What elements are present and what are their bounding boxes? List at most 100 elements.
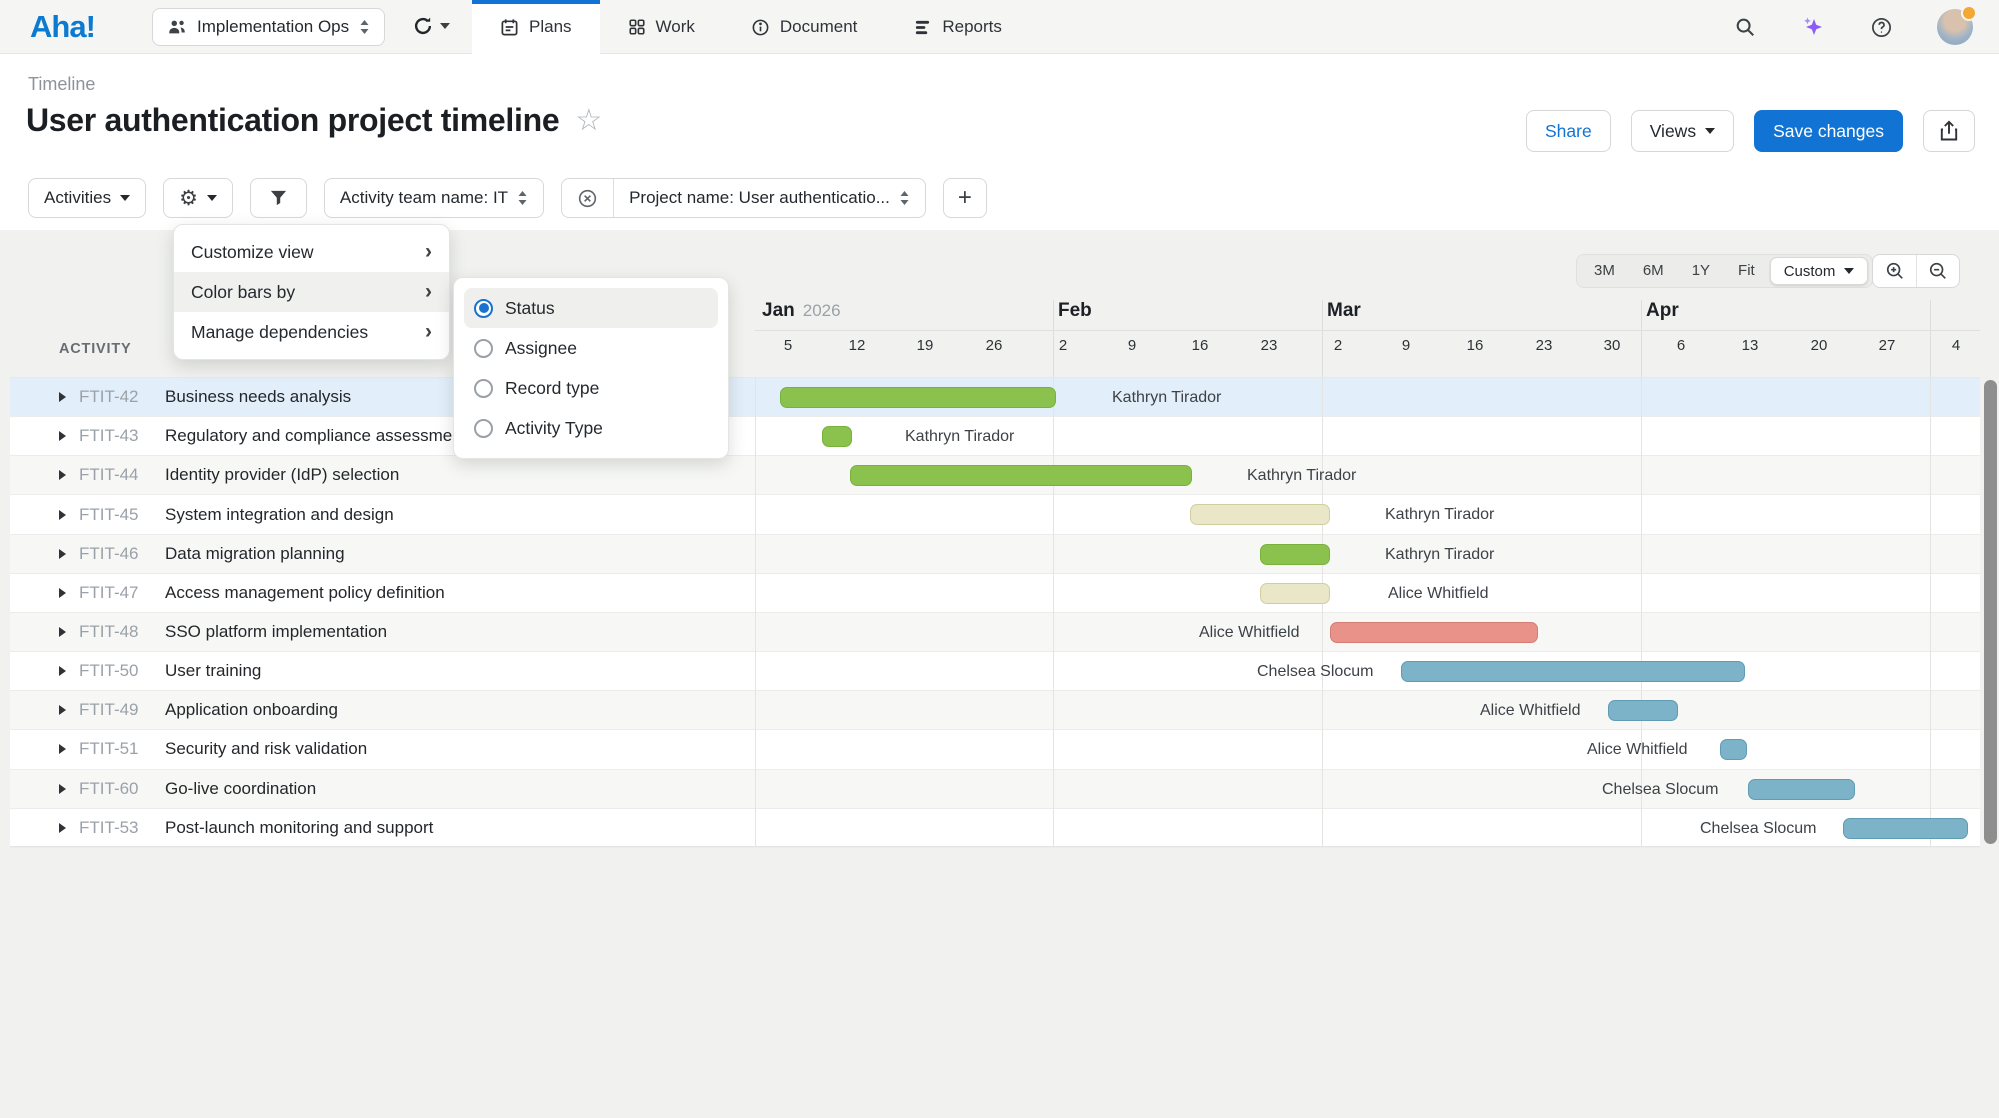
activity-row[interactable]: FTIT-42Business needs analysisKathryn Ti… <box>10 378 1980 417</box>
vertical-scrollbar[interactable] <box>1984 380 1997 844</box>
activity-row[interactable]: FTIT-47Access management policy definiti… <box>10 574 1980 613</box>
tab-reports[interactable]: Reports <box>885 0 1030 54</box>
share-button[interactable]: Share <box>1526 110 1611 152</box>
range-custom-button[interactable]: Custom <box>1770 257 1869 285</box>
activity-name[interactable]: Application onboarding <box>165 700 338 720</box>
gantt-bar[interactable] <box>850 465 1192 486</box>
activity-name[interactable]: User training <box>165 661 261 681</box>
info-circle-icon <box>751 18 770 37</box>
activity-name[interactable]: Identity provider (IdP) selection <box>165 465 399 485</box>
activity-row[interactable]: FTIT-60Go-live coordinationChelsea Slocu… <box>10 770 1980 809</box>
activity-name[interactable]: Regulatory and compliance assessment <box>165 426 466 446</box>
row-expand-caret[interactable] <box>59 627 66 637</box>
save-changes-button[interactable]: Save changes <box>1754 110 1903 152</box>
row-expand-caret[interactable] <box>59 470 66 480</box>
activities-dropdown[interactable]: Activities <box>28 178 146 218</box>
tab-work[interactable]: Work <box>600 0 723 54</box>
month-gridline <box>1930 378 1931 846</box>
gantt-bar[interactable] <box>1330 622 1538 643</box>
zoom-out-icon <box>1928 261 1948 281</box>
activity-row[interactable]: FTIT-49Application onboardingAlice Whitf… <box>10 691 1980 730</box>
remove-filter-button[interactable] <box>562 179 613 217</box>
zoom-out-button[interactable] <box>1916 255 1959 287</box>
gear-icon: ⚙ <box>179 186 198 211</box>
gantt-bar[interactable] <box>1401 661 1745 682</box>
gantt-bar[interactable] <box>822 426 852 447</box>
gantt-bar[interactable] <box>1260 583 1330 604</box>
row-expand-caret[interactable] <box>59 744 66 754</box>
ai-sparkle-icon[interactable] <box>1800 14 1826 40</box>
activity-name[interactable]: Post-launch monitoring and support <box>165 818 433 838</box>
activity-name[interactable]: Access management policy definition <box>165 583 445 603</box>
activity-row[interactable]: FTIT-51Security and risk validationAlice… <box>10 730 1980 769</box>
range-fit-button[interactable]: Fit <box>1725 255 1768 287</box>
row-expand-caret[interactable] <box>59 549 66 559</box>
filter-funnel-button[interactable] <box>250 178 307 218</box>
row-expand-caret[interactable] <box>59 392 66 402</box>
activity-row[interactable]: FTIT-46Data migration planningKathryn Ti… <box>10 535 1980 574</box>
add-filter-button[interactable]: + <box>943 178 987 218</box>
gantt-bar[interactable] <box>1748 779 1855 800</box>
row-expand-caret[interactable] <box>59 510 66 520</box>
range-3m-button[interactable]: 3M <box>1581 255 1628 287</box>
row-expand-caret[interactable] <box>59 705 66 715</box>
activity-row[interactable]: FTIT-50User trainingChelsea Slocum <box>10 652 1980 691</box>
assignee-label: Alice Whitfield <box>1388 574 1488 613</box>
activity-name[interactable]: Security and risk validation <box>165 739 367 759</box>
option-record-type[interactable]: Record type <box>464 368 718 408</box>
menu-item-manage-dependencies[interactable]: Manage dependencies › <box>174 312 449 352</box>
gantt-bar[interactable] <box>1608 700 1678 721</box>
menu-item-color-bars-by[interactable]: Color bars by › <box>174 272 449 312</box>
gantt-bar[interactable] <box>1843 818 1968 839</box>
favorite-star-icon[interactable]: ☆ <box>575 106 602 136</box>
activity-row[interactable]: FTIT-48SSO platform implementationAlice … <box>10 613 1980 652</box>
workspace-selector[interactable]: Implementation Ops <box>152 8 385 46</box>
avatar[interactable] <box>1937 9 1973 45</box>
range-1y-button[interactable]: 1Y <box>1679 255 1723 287</box>
row-expand-caret[interactable] <box>59 431 66 441</box>
row-expand-caret[interactable] <box>59 588 66 598</box>
activity-name[interactable]: Go-live coordination <box>165 779 316 799</box>
option-assignee[interactable]: Assignee <box>464 328 718 368</box>
activity-row[interactable]: FTIT-53Post-launch monitoring and suppor… <box>10 809 1980 848</box>
menu-item-label: Color bars by <box>191 282 295 303</box>
activity-name[interactable]: Business needs analysis <box>165 387 351 407</box>
gantt-bar[interactable] <box>1190 504 1330 525</box>
tab-plans[interactable]: Plans <box>472 0 600 54</box>
activity-id: FTIT-48 <box>79 622 165 642</box>
export-button[interactable] <box>1923 110 1975 152</box>
gantt-bar[interactable] <box>1260 544 1330 565</box>
assignee-label: Kathryn Tirador <box>1247 456 1356 495</box>
views-button[interactable]: Views <box>1631 110 1734 152</box>
tab-document[interactable]: Document <box>723 0 885 54</box>
gantt-bar[interactable] <box>1720 739 1747 760</box>
activity-row[interactable]: FTIT-44Identity provider (IdP) selection… <box>10 456 1980 495</box>
help-icon[interactable] <box>1870 16 1893 39</box>
gantt-bar[interactable] <box>780 387 1056 408</box>
activity-name[interactable]: Data migration planning <box>165 544 345 564</box>
search-icon[interactable] <box>1734 16 1756 38</box>
assignee-label: Alice Whitfield <box>1587 730 1687 769</box>
row-expand-caret[interactable] <box>59 666 66 676</box>
project-filter-value[interactable]: Project name: User authenticatio... <box>613 179 925 217</box>
assignee-label: Kathryn Tirador <box>905 417 1014 456</box>
team-filter-chip[interactable]: Activity team name: IT <box>324 178 544 218</box>
option-activity-type[interactable]: Activity Type <box>464 408 718 448</box>
project-filter-label: Project name: User authenticatio... <box>629 188 890 208</box>
row-expand-caret[interactable] <box>59 823 66 833</box>
option-label: Status <box>505 298 555 319</box>
view-settings-gear-button[interactable]: ⚙ <box>163 178 233 218</box>
zoom-in-button[interactable] <box>1873 255 1916 287</box>
range-6m-button[interactable]: 6M <box>1630 255 1677 287</box>
activity-name[interactable]: System integration and design <box>165 505 394 525</box>
chevron-down-icon[interactable] <box>440 23 450 29</box>
activity-row[interactable]: FTIT-43Regulatory and compliance assessm… <box>10 417 1980 456</box>
cycle-arrow-icon[interactable] <box>412 15 434 37</box>
activity-name[interactable]: SSO platform implementation <box>165 622 387 642</box>
aha-logo[interactable]: Aha! <box>30 9 95 45</box>
row-expand-caret[interactable] <box>59 784 66 794</box>
week-tick: 2 <box>1334 337 1342 354</box>
option-status[interactable]: Status <box>464 288 718 328</box>
activity-row[interactable]: FTIT-45System integration and designKath… <box>10 495 1980 534</box>
menu-item-customize-view[interactable]: Customize view › <box>174 232 449 272</box>
